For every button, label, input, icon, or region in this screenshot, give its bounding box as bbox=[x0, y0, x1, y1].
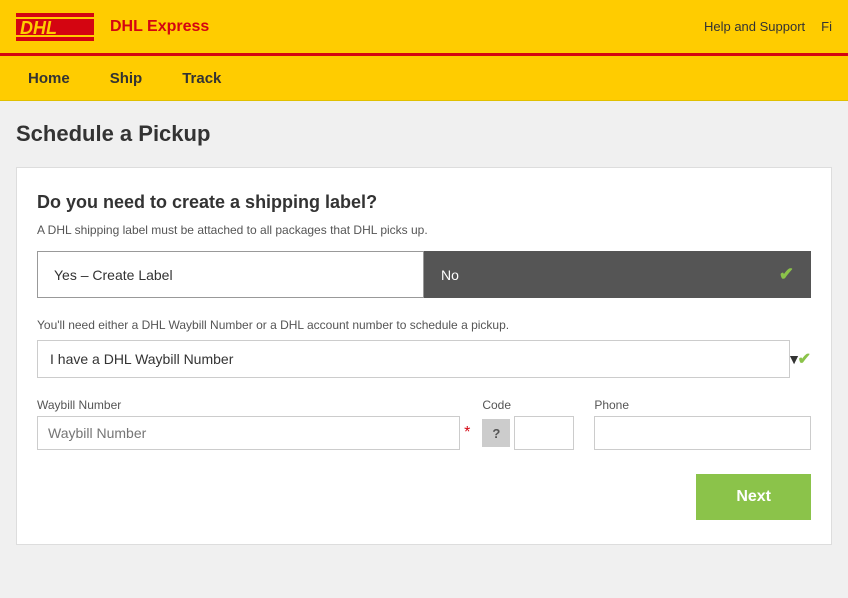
code-label: Code bbox=[482, 398, 582, 412]
question-title: Do you need to create a shipping label? bbox=[37, 192, 811, 213]
code-input-wrap: ? bbox=[482, 416, 582, 450]
header: DHL DHL Express Help and Support Fi bbox=[0, 0, 848, 56]
waybill-dropdown[interactable]: I have a DHL Waybill Number I have a DHL… bbox=[37, 340, 790, 378]
dhl-logo-svg: DHL bbox=[16, 11, 96, 43]
code-group: Code ? bbox=[482, 398, 582, 450]
nav-ship[interactable]: Ship bbox=[90, 56, 163, 101]
svg-text:DHL: DHL bbox=[20, 18, 57, 38]
waybill-select-wrapper: I have a DHL Waybill Number I have a DHL… bbox=[37, 340, 811, 378]
waybill-input-wrap: * bbox=[37, 416, 470, 450]
logo-area: DHL DHL Express bbox=[16, 11, 209, 43]
label-choice-group: Yes – Create Label No ✔ bbox=[37, 251, 811, 298]
yes-create-label-button[interactable]: Yes – Create Label bbox=[37, 251, 424, 298]
navbar: Home Ship Track bbox=[0, 56, 848, 101]
phone-label: Phone bbox=[594, 398, 811, 412]
page-content: Schedule a Pickup Do you need to create … bbox=[0, 101, 848, 565]
waybill-number-group: Waybill Number * bbox=[37, 398, 470, 450]
next-section: Next bbox=[37, 474, 811, 520]
page-title: Schedule a Pickup bbox=[16, 121, 832, 147]
nav-track[interactable]: Track bbox=[162, 56, 241, 101]
form-card: Do you need to create a shipping label? … bbox=[16, 167, 832, 545]
fields-row: Waybill Number * Code ? Phone bbox=[37, 398, 811, 450]
fi-link[interactable]: Fi bbox=[821, 19, 832, 34]
phone-group: Phone bbox=[594, 398, 811, 450]
code-help-button[interactable]: ? bbox=[482, 419, 510, 447]
checkmark-icon: ✔ bbox=[779, 264, 794, 285]
waybill-label: Waybill Number bbox=[37, 398, 470, 412]
hint-text: A DHL shipping label must be attached to… bbox=[37, 223, 811, 237]
waybill-input[interactable] bbox=[37, 416, 460, 450]
nav-home[interactable]: Home bbox=[8, 56, 90, 101]
waybill-hint: You'll need either a DHL Waybill Number … bbox=[37, 318, 811, 332]
next-button[interactable]: Next bbox=[696, 474, 811, 520]
required-star: * bbox=[464, 424, 470, 442]
phone-input[interactable] bbox=[594, 416, 811, 450]
help-support-link[interactable]: Help and Support bbox=[704, 19, 805, 34]
no-button[interactable]: No ✔ bbox=[424, 251, 811, 298]
brand-name: DHL Express bbox=[110, 18, 209, 36]
code-input[interactable] bbox=[514, 416, 574, 450]
no-label: No bbox=[441, 267, 459, 283]
header-links: Help and Support Fi bbox=[704, 19, 832, 34]
dropdown-checkmark-icon: ✔ bbox=[798, 349, 811, 369]
